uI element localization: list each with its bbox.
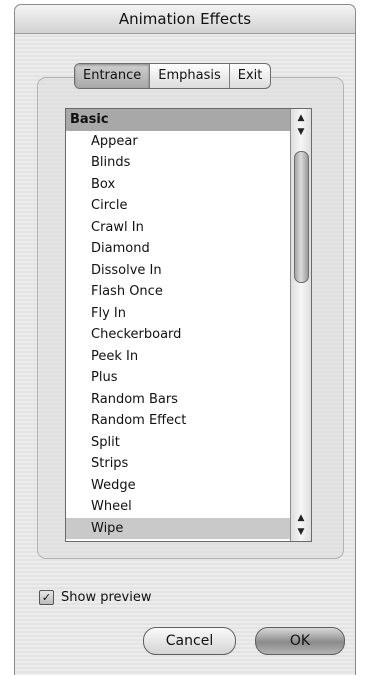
show-preview-checkbox[interactable]: ✓	[39, 590, 54, 605]
effects-list-rows: Basic Appear Blinds Box Circle Crawl In Diamo…	[66, 109, 290, 539]
list-item[interactable]: Wheel	[66, 496, 290, 518]
window-title: Animation Effects	[118, 10, 252, 28]
list-item[interactable]: Split	[66, 432, 290, 454]
list-item[interactable]: Random Bars	[66, 389, 290, 411]
tab-exit[interactable]: Exit	[230, 64, 271, 88]
list-scrollbar[interactable]: ▲ ▼ ▲ ▼	[290, 109, 311, 541]
list-item[interactable]: Wipe	[66, 517, 290, 539]
list-item[interactable]: Fly In	[66, 303, 290, 325]
list-item[interactable]: Crawl In	[66, 217, 290, 239]
scroll-thumb[interactable]	[294, 151, 309, 283]
list-item[interactable]: Diamond	[66, 238, 290, 260]
list-item[interactable]: Blinds	[66, 152, 290, 174]
category-header[interactable]: Basic	[66, 109, 290, 131]
tab-entrance[interactable]: Entrance	[75, 64, 151, 88]
triangle-up-icon[interactable]: ▲	[291, 111, 311, 125]
show-preview-label: Show preview	[61, 590, 152, 605]
animation-effects-dialog: Animation Effects Entrance Emphasis Exit…	[14, 4, 356, 675]
list-item[interactable]: Peek In	[66, 346, 290, 368]
list-item[interactable]: Circle	[66, 195, 290, 217]
list-item[interactable]: Flash Once	[66, 281, 290, 303]
list-item[interactable]: Random Effect	[66, 410, 290, 432]
triangle-down-icon[interactable]: ▼	[291, 125, 311, 139]
show-preview-option[interactable]: ✓ Show preview	[39, 590, 151, 605]
ok-button[interactable]: OK	[255, 627, 345, 655]
list-item[interactable]: Dissolve In	[66, 260, 290, 282]
list-item[interactable]: Strips	[66, 453, 290, 475]
triangle-up-icon[interactable]: ▲	[291, 511, 311, 525]
cancel-button[interactable]: Cancel	[143, 627, 236, 655]
list-item[interactable]: Wedge	[66, 475, 290, 497]
list-item[interactable]: Plus	[66, 367, 290, 389]
effects-list[interactable]: Basic Appear Blinds Box Circle Crawl In Diamo…	[65, 108, 312, 542]
effect-type-tabs: Entrance Emphasis Exit	[74, 63, 272, 89]
tab-emphasis[interactable]: Emphasis	[150, 64, 230, 88]
title-bar[interactable]: Animation Effects	[15, 5, 355, 34]
list-item[interactable]: Checkerboard	[66, 324, 290, 346]
list-item[interactable]: Box	[66, 174, 290, 196]
triangle-down-icon[interactable]: ▼	[291, 525, 311, 539]
list-item[interactable]: Appear	[66, 131, 290, 153]
